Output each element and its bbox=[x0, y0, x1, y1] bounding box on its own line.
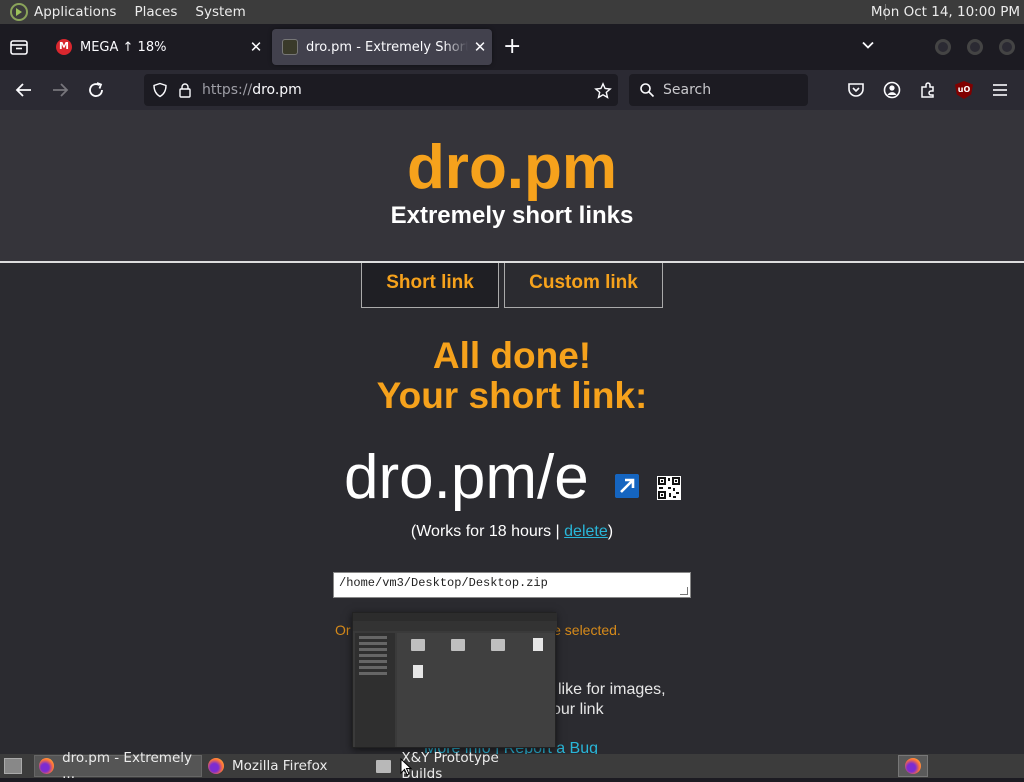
search-bar[interactable]: Search bbox=[629, 74, 808, 106]
tab-custom-link[interactable]: Custom link bbox=[504, 263, 663, 308]
search-icon bbox=[640, 83, 655, 98]
expiry-suffix: ) bbox=[607, 523, 614, 540]
menu-system[interactable]: System bbox=[195, 4, 245, 20]
extensions-icon[interactable] bbox=[918, 80, 938, 100]
resize-grip-icon[interactable] bbox=[680, 587, 688, 595]
top-panel: Applications Places System Mon Oct 14, 1… bbox=[0, 0, 1024, 24]
qr-code-icon[interactable] bbox=[657, 476, 681, 500]
info-line-2: our link bbox=[552, 701, 604, 718]
folder-icon bbox=[451, 639, 465, 651]
taskbar: dro.pm - Extremely ... Mozilla Firefox X… bbox=[0, 750, 1024, 782]
task-label: dro.pm - Extremely ... bbox=[62, 750, 192, 782]
forward-arrow-icon[interactable] bbox=[48, 78, 72, 102]
task-label: X&Y Prototype Builds bbox=[401, 750, 499, 782]
preview-toolbar bbox=[353, 621, 557, 631]
task-xy-prototype-builds[interactable]: X&Y Prototype Builds bbox=[372, 750, 538, 782]
task-mozilla-firefox[interactable]: Mozilla Firefox bbox=[204, 755, 370, 777]
dro-icon bbox=[282, 39, 298, 55]
expiry-text: (Works for 18 hours | bbox=[410, 523, 565, 540]
close-window-button[interactable] bbox=[999, 39, 1015, 55]
minimize-button[interactable] bbox=[935, 39, 951, 55]
firefox-icon bbox=[905, 758, 921, 774]
url-scheme: https:// bbox=[202, 82, 253, 98]
preview-sidebar bbox=[355, 633, 395, 747]
close-tab-icon[interactable]: ✕ bbox=[468, 38, 492, 56]
new-tab-button[interactable]: + bbox=[503, 35, 521, 59]
search-placeholder: Search bbox=[663, 82, 712, 98]
preview-menubar bbox=[353, 613, 557, 621]
path-textarea[interactable]: /home/vm3/Desktop/Desktop.zip bbox=[333, 572, 691, 598]
lock-icon[interactable] bbox=[178, 82, 192, 98]
file-status-end: le selected. bbox=[550, 622, 621, 638]
tracking-shield-icon[interactable] bbox=[152, 82, 168, 98]
account-icon[interactable] bbox=[882, 80, 902, 100]
url-text[interactable]: https://dro.pm bbox=[202, 82, 302, 98]
task-dro-pm[interactable]: dro.pm - Extremely ... bbox=[34, 750, 202, 782]
tab-mega[interactable]: M MEGA ↑ 18% ✕ bbox=[46, 29, 268, 65]
mouse-cursor-icon bbox=[400, 758, 412, 776]
applications-menu-icon[interactable] bbox=[10, 3, 28, 21]
drag-preview-thumbnail bbox=[352, 612, 557, 748]
folder-icon bbox=[376, 759, 392, 773]
mega-icon: M bbox=[56, 39, 72, 55]
ublock-origin-icon[interactable]: uO bbox=[955, 81, 973, 99]
path-value: /home/vm3/Desktop/Desktop.zip bbox=[339, 576, 548, 590]
reload-icon[interactable] bbox=[84, 78, 108, 102]
bookmark-star-icon[interactable] bbox=[594, 82, 612, 100]
maximize-button[interactable] bbox=[967, 39, 983, 55]
tab-title: dro.pm - Extremely Short Li bbox=[306, 39, 468, 55]
folder-icon bbox=[491, 639, 505, 651]
clock[interactable]: Mon Oct 14, 10:00 PM bbox=[871, 4, 1020, 20]
url-host: dro.pm bbox=[252, 82, 302, 98]
firefox-icon bbox=[39, 758, 55, 774]
tab-short-link[interactable]: Short link bbox=[361, 263, 499, 308]
tray-firefox-button[interactable] bbox=[898, 755, 928, 777]
hamburger-menu-icon[interactable] bbox=[990, 80, 1010, 100]
done-line-1: All done! bbox=[432, 335, 592, 376]
menu-applications[interactable]: Applications bbox=[34, 4, 116, 20]
nav-bar: https://dro.pm Search uO bbox=[0, 70, 1024, 110]
open-link-icon[interactable] bbox=[615, 474, 639, 498]
preview-file-area bbox=[397, 633, 555, 747]
done-line-2: Your short link: bbox=[376, 375, 648, 416]
pocket-icon[interactable] bbox=[846, 80, 866, 100]
folder-icon bbox=[411, 639, 425, 651]
site-header: dro.pm Extremely short links bbox=[0, 110, 1024, 263]
file-icon bbox=[413, 665, 423, 678]
file-icon bbox=[533, 638, 543, 651]
chevron-down-icon[interactable] bbox=[860, 37, 876, 53]
short-link[interactable]: dro.pm/e bbox=[344, 442, 589, 514]
tab-title: MEGA ↑ 18% bbox=[80, 39, 167, 55]
site-name[interactable]: dro.pm bbox=[0, 132, 1024, 203]
back-arrow-icon[interactable] bbox=[12, 78, 36, 102]
tab-strip: M MEGA ↑ 18% ✕ dro.pm - Extremely Short … bbox=[0, 24, 1024, 70]
show-desktop-icon[interactable] bbox=[4, 758, 22, 774]
menu-places[interactable]: Places bbox=[134, 4, 177, 20]
close-tab-icon[interactable]: ✕ bbox=[244, 38, 268, 56]
done-heading: All done! Your short link: bbox=[0, 336, 1024, 416]
info-line-1: like for images, bbox=[558, 681, 666, 698]
file-status-start: Or bbox=[335, 622, 351, 638]
site-tagline: Extremely short links bbox=[390, 202, 634, 229]
url-bar[interactable]: https://dro.pm bbox=[144, 74, 618, 106]
delete-link[interactable]: delete bbox=[564, 523, 608, 540]
task-label: Mozilla Firefox bbox=[232, 758, 328, 774]
tab-dro-pm[interactable]: dro.pm - Extremely Short Li ✕ bbox=[272, 29, 492, 65]
firefox-icon bbox=[208, 758, 224, 774]
expiry-info: (Works for 18 hours | delete) bbox=[0, 523, 1024, 541]
firefox-view-icon[interactable] bbox=[8, 36, 30, 58]
